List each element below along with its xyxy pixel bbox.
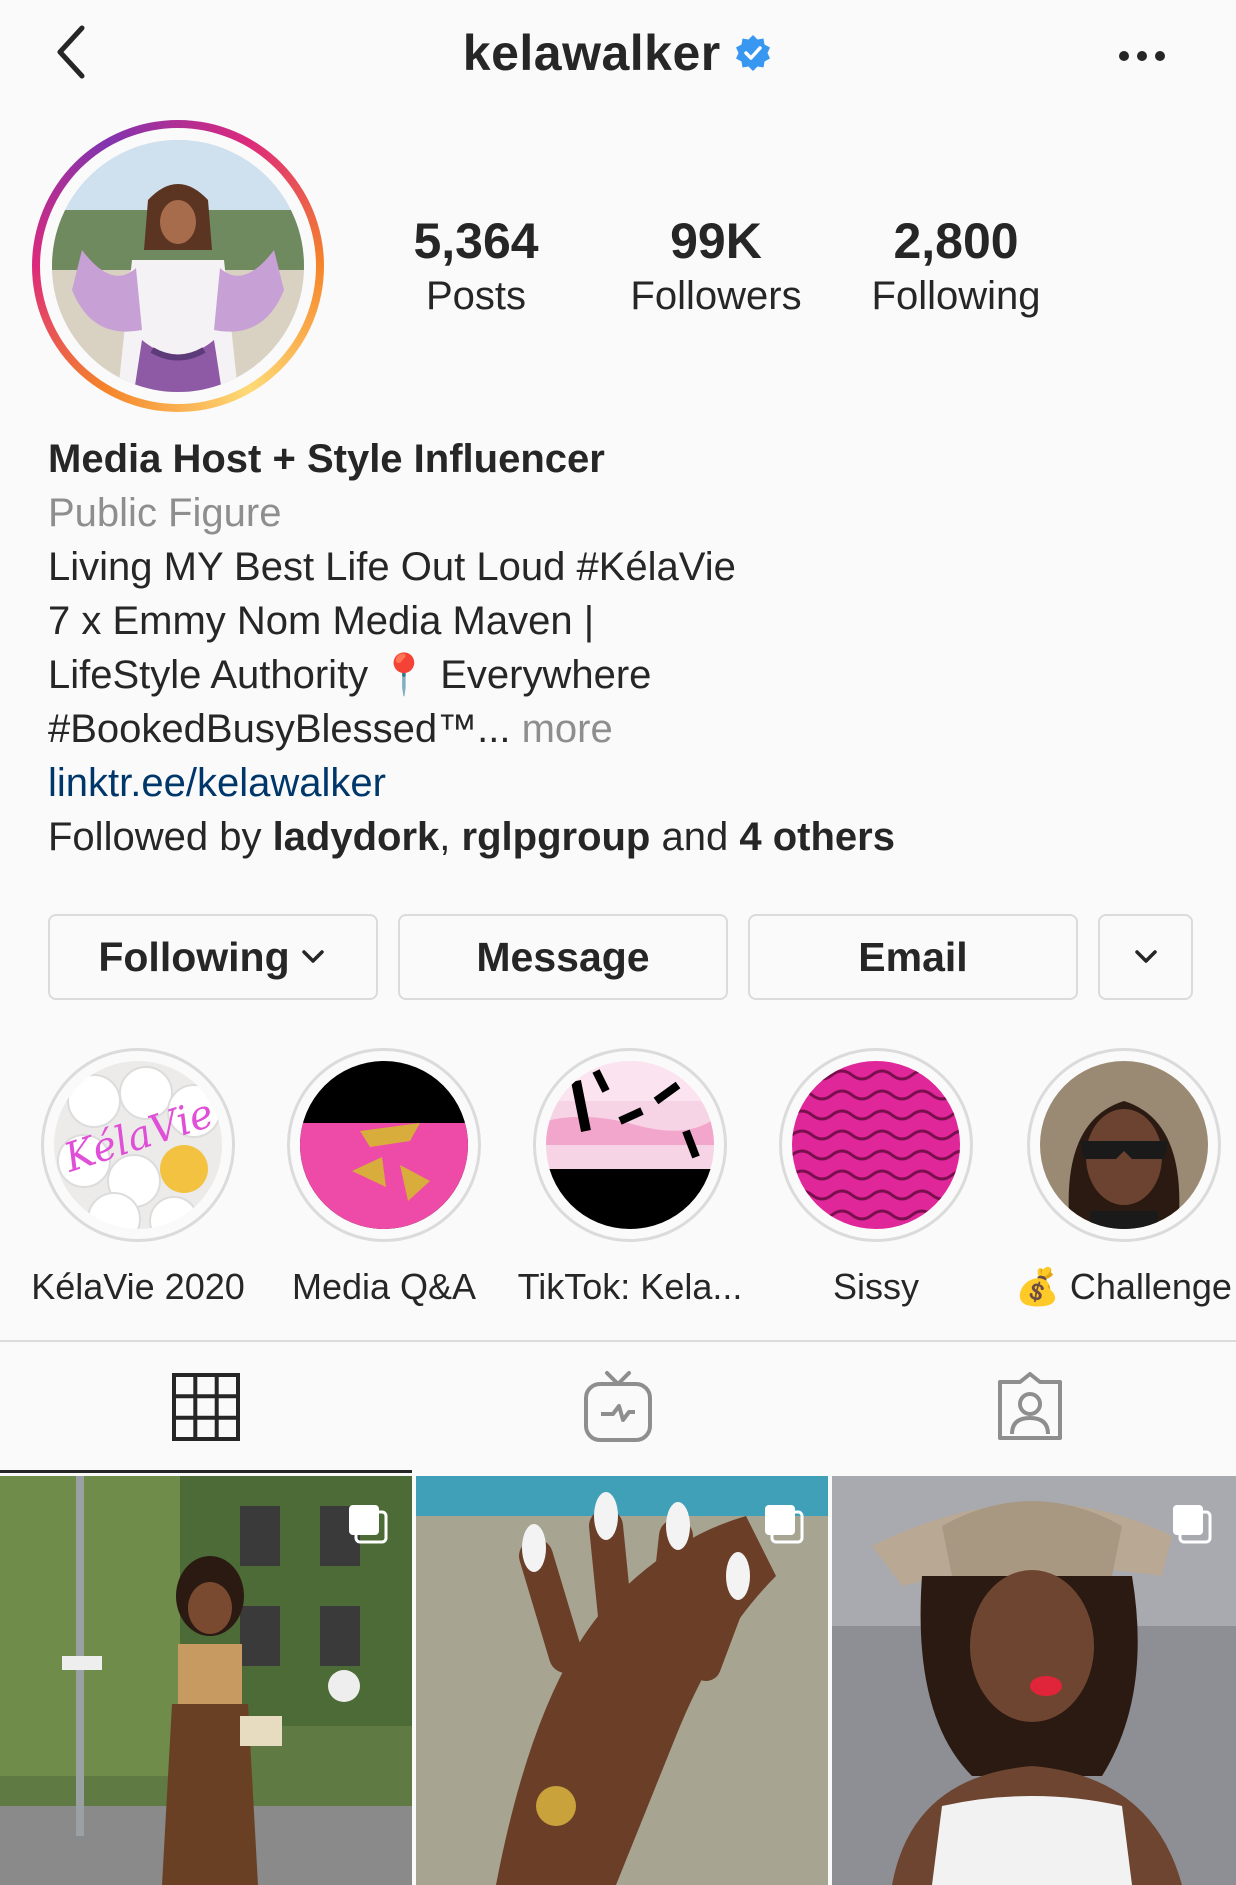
bio-line-4: #BookedBusyBlessed™... more	[48, 702, 1198, 756]
post-thumbnail[interactable]	[832, 1476, 1236, 1885]
highlight-ring	[533, 1048, 727, 1242]
post-thumbnail[interactable]	[0, 1476, 412, 1885]
bio-line-3-end: Everywhere	[429, 653, 652, 697]
highlight-label: KélaVie 2020	[31, 1266, 245, 1307]
highlight-label: TikTok: Kela...	[517, 1266, 743, 1307]
grid-icon	[172, 1373, 240, 1441]
avatar-photo	[52, 140, 304, 392]
followers-label: Followers	[630, 274, 802, 318]
highlight-kelavie-2020[interactable]: KélaVie KélaVie 2020	[13, 1048, 263, 1308]
profile-bio: Media Host + Style Influencer Public Fig…	[48, 432, 1198, 864]
bio-more-link[interactable]: more	[510, 707, 613, 751]
followers-count: 99K	[670, 213, 762, 269]
multiple-photos-icon	[349, 1505, 388, 1544]
highlight-label: 💰 Challenge	[1015, 1266, 1232, 1307]
profile-username: kelawalker	[462, 25, 721, 81]
highlight-cover	[792, 1061, 960, 1229]
highlight-cover	[1040, 1061, 1208, 1229]
pin-emoji-icon: 📍	[379, 653, 430, 697]
highlight-sissy[interactable]: Sissy	[751, 1048, 1001, 1308]
highlight-media-qa[interactable]: Media Q&A	[259, 1048, 509, 1308]
posts-label: Posts	[425, 274, 527, 318]
tab-igtv[interactable]	[412, 1342, 824, 1472]
verified-badge-icon	[736, 35, 771, 71]
following-button-label: Following	[98, 933, 290, 980]
stat-following[interactable]: 2,800 Following	[856, 212, 1056, 322]
highlight-label: Sissy	[832, 1266, 919, 1307]
followed-by[interactable]: Followed by ladydork, rglpgroup and 4 ot…	[48, 810, 1198, 864]
followed-user-1: ladydork	[272, 815, 440, 859]
message-button[interactable]: Message	[398, 914, 728, 1000]
suggested-accounts-button[interactable]	[1098, 914, 1193, 1000]
chevron-down-icon	[301, 950, 324, 963]
bio-line-1: Living MY Best Life Out Loud #KélaVie	[48, 545, 736, 589]
profile-avatar[interactable]	[32, 120, 324, 412]
stat-followers[interactable]: 99K Followers	[616, 212, 816, 322]
bio-website-link[interactable]: linktr.ee/kelawalker	[48, 756, 1198, 810]
highlight-ring	[287, 1048, 481, 1242]
bio-line-3: LifeStyle Authority 📍 Everywhere	[48, 648, 1198, 702]
email-button-label: Email	[858, 933, 968, 980]
posts-count: 5,364	[413, 213, 539, 269]
following-button[interactable]: Following	[48, 914, 378, 1000]
tab-posts-grid[interactable]	[0, 1342, 412, 1472]
highlight-label: Media Q&A	[291, 1266, 477, 1307]
multiple-photos-icon	[1173, 1505, 1212, 1544]
highlight-cover	[300, 1061, 468, 1229]
followed-user-2: rglpgroup	[461, 815, 651, 859]
email-button[interactable]: Email	[748, 914, 1078, 1000]
highlight-ring	[779, 1048, 973, 1242]
highlight-ring	[1027, 1048, 1221, 1242]
igtv-icon	[584, 1371, 652, 1442]
active-tab-underline	[0, 1470, 412, 1473]
bio-display-name: Media Host + Style Influencer	[48, 437, 605, 481]
tab-tagged[interactable]	[824, 1342, 1236, 1472]
followed-and: and	[650, 815, 740, 859]
followed-others: 4 others	[739, 815, 895, 859]
message-button-label: Message	[476, 933, 650, 980]
bio-line-3-start: LifeStyle Authority	[48, 653, 380, 697]
highlight-tiktok[interactable]: TikTok: Kela...	[505, 1048, 755, 1308]
following-label: Following	[871, 274, 1041, 318]
highlight-cover	[546, 1061, 714, 1229]
title-wrap: kelawalker	[0, 24, 1236, 94]
profile-header: kelawalker	[0, 0, 1236, 110]
followed-by-prefix: Followed by	[48, 815, 273, 859]
multiple-photos-icon	[765, 1505, 804, 1544]
highlight-challenge[interactable]: 💰 Challenge	[997, 1048, 1236, 1308]
bio-line-2: 7 x Emmy Nom Media Maven |	[48, 599, 595, 643]
chevron-down-icon	[1134, 950, 1157, 963]
following-count: 2,800	[893, 213, 1019, 269]
tagged-icon	[998, 1372, 1062, 1440]
stat-posts[interactable]: 5,364 Posts	[396, 212, 556, 322]
more-options-icon[interactable]	[1114, 36, 1170, 76]
bio-category: Public Figure	[48, 491, 282, 535]
followed-sep: ,	[439, 815, 462, 859]
highlight-ring: KélaVie	[41, 1048, 235, 1242]
bio-hashtag: #BookedBusyBlessed™...	[48, 707, 511, 751]
post-thumbnail[interactable]	[416, 1476, 828, 1885]
